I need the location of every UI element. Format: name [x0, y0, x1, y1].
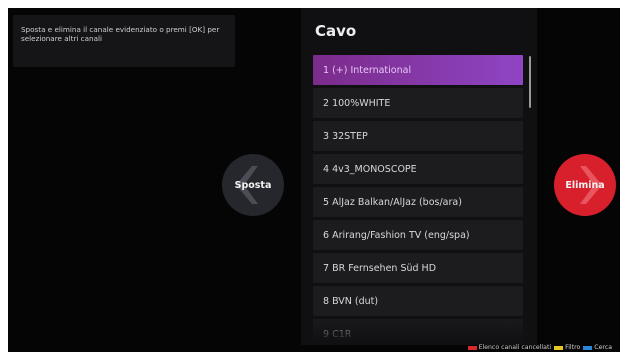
hint-box: Sposta e elimina il canale evidenziato o…: [13, 15, 235, 67]
channel-row[interactable]: 5 AlJaz Balkan/AlJaz (bos/ara): [313, 187, 523, 217]
channel-row[interactable]: 8 BVN (dut): [313, 286, 523, 316]
panel-title: Cavo: [315, 22, 357, 40]
legend-label: Elenco canali cancellati: [478, 344, 552, 351]
list-scrollbar[interactable]: [529, 56, 531, 108]
red-key-icon: [467, 345, 477, 350]
legend-label: Filtro: [565, 344, 581, 351]
channel-label: 4 4v3_MONOSCOPE: [323, 163, 417, 175]
channel-label: 2 100%WHITE: [323, 97, 391, 109]
hint-text: Sposta e elimina il canale evidenziato o…: [21, 25, 220, 43]
channel-row[interactable]: 4 4v3_MONOSCOPE: [313, 154, 523, 184]
color-key-legend: Elenco canali cancellati Filtro Cerca: [467, 344, 612, 351]
channel-label: 6 Arirang/Fashion TV (eng/spa): [323, 229, 470, 241]
channel-label: 3 32STEP: [323, 130, 368, 142]
channel-row[interactable]: 2 100%WHITE: [313, 88, 523, 118]
channel-row[interactable]: 9 C1R: [313, 319, 523, 345]
move-button-label: Sposta: [234, 179, 272, 191]
channel-label: 1 (+) International: [323, 64, 412, 76]
channel-label: 9 C1R: [323, 328, 352, 340]
channel-panel: Cavo 1 (+) International 2 100%WHITE 3 3…: [301, 8, 537, 345]
legend-label: Cerca: [594, 344, 612, 351]
channel-list[interactable]: 1 (+) International 2 100%WHITE 3 32STEP…: [313, 55, 523, 345]
legend-item-filter[interactable]: Filtro: [554, 344, 580, 351]
tv-screen: Sposta e elimina il canale evidenziato o…: [8, 8, 620, 352]
channel-row[interactable]: 3 32STEP: [313, 121, 523, 151]
blue-key-icon: [583, 345, 593, 350]
channel-row[interactable]: 6 Arirang/Fashion TV (eng/spa): [313, 220, 523, 250]
legend-item-search[interactable]: Cerca: [583, 344, 612, 351]
legend-item-deleted[interactable]: Elenco canali cancellati: [467, 344, 552, 351]
channel-row[interactable]: 1 (+) International: [313, 55, 523, 85]
delete-button-label: Elimina: [565, 179, 605, 191]
yellow-key-icon: [554, 345, 564, 350]
channel-row[interactable]: 7 BR Fernsehen Süd HD: [313, 253, 523, 283]
channel-label: 5 AlJaz Balkan/AlJaz (bos/ara): [323, 196, 462, 208]
channel-label: 8 BVN (dut): [323, 295, 379, 307]
delete-button[interactable]: Elimina: [554, 154, 616, 216]
channel-label: 7 BR Fernsehen Süd HD: [323, 262, 437, 274]
move-button[interactable]: Sposta: [222, 154, 284, 216]
